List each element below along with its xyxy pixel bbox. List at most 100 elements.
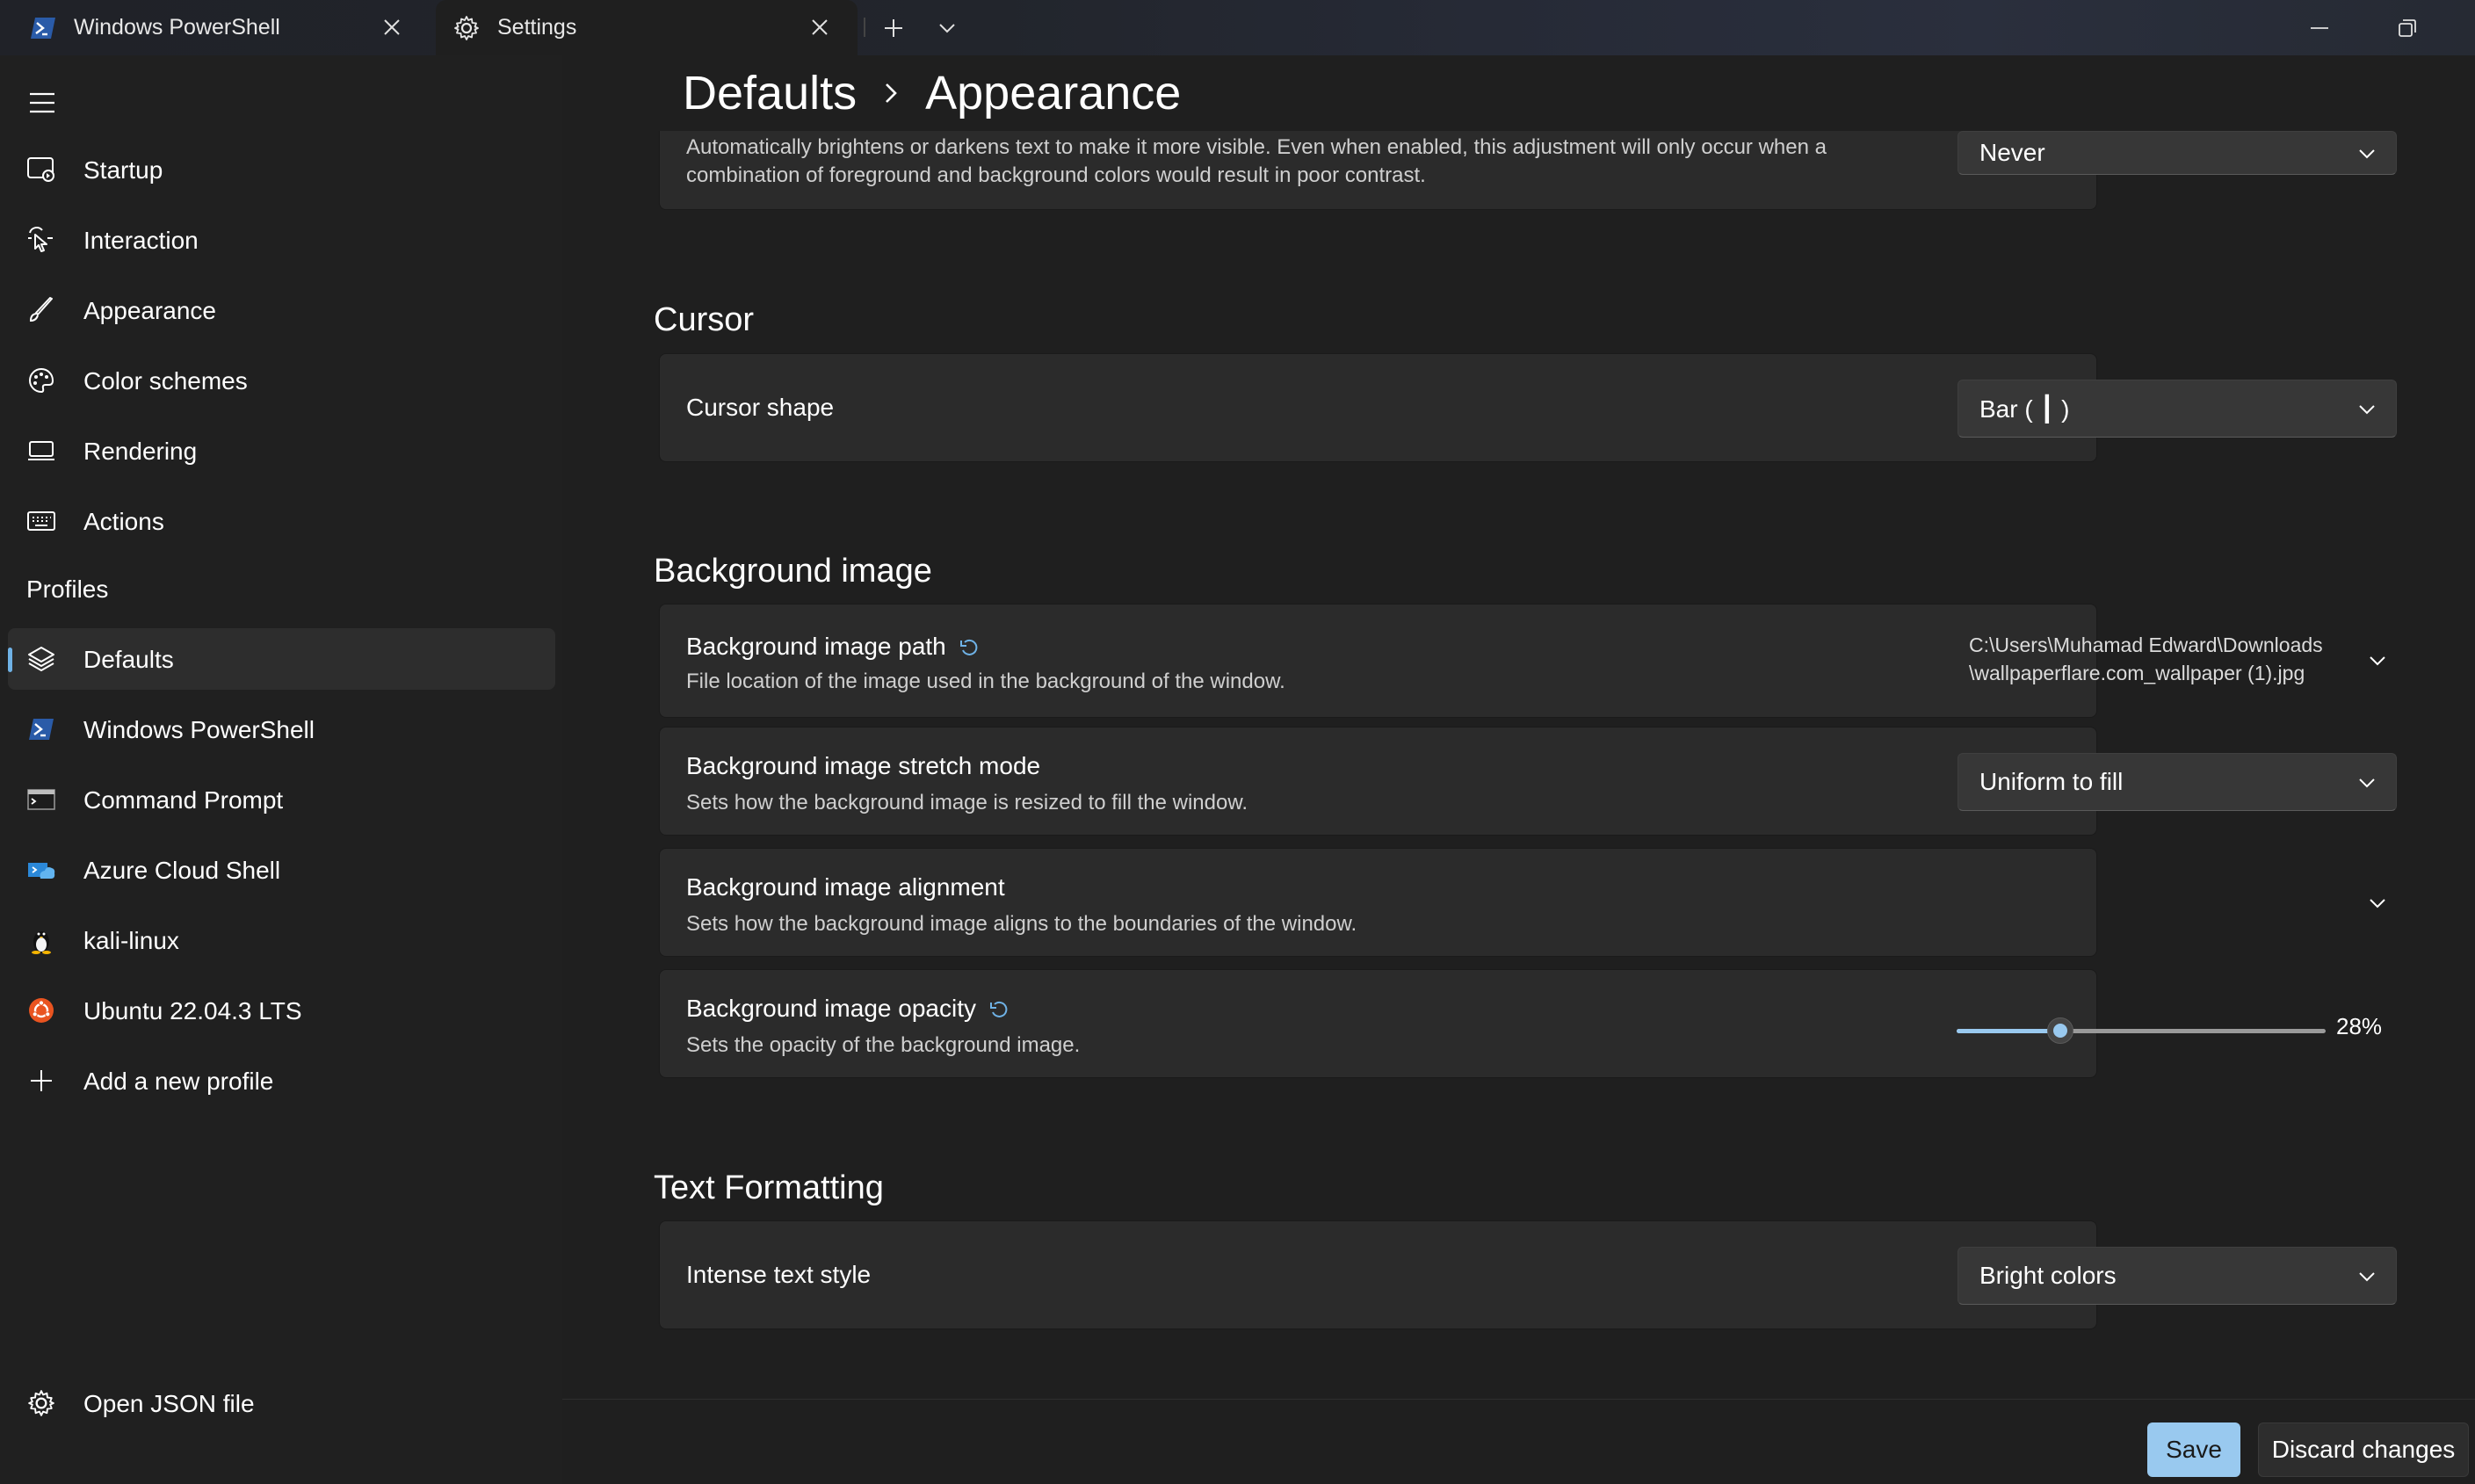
sidebar-item-label: Azure Cloud Shell	[83, 857, 281, 884]
cursor-shape-dropdown[interactable]: Bar ( ┃ )	[1958, 380, 2397, 438]
startup-icon	[25, 154, 57, 185]
setting-description: combination of foreground and background…	[686, 163, 1426, 187]
sidebar-item-label: Actions	[83, 508, 164, 535]
cmd-icon	[25, 784, 57, 815]
setting-title: Background image opacity	[686, 995, 1010, 1023]
gear-icon	[452, 13, 481, 43]
linux-penguin-icon	[25, 924, 57, 956]
sidebar-item-actions[interactable]: Actions	[8, 490, 555, 552]
chevron-down-icon	[2357, 1267, 2377, 1286]
breadcrumb: Defaults Appearance	[683, 66, 1181, 120]
restore-button[interactable]	[2390, 11, 2425, 46]
setting-description: Automatically brightens or darkens text …	[686, 135, 1827, 159]
tab-divider	[864, 18, 865, 37]
sidebar-item-rendering[interactable]: Rendering	[8, 420, 555, 481]
setting-title: Background image path	[686, 633, 980, 661]
chevron-right-icon	[883, 82, 899, 105]
azure-icon	[25, 854, 57, 886]
background-image-path-card[interactable]: Background image path File location of t…	[659, 604, 2385, 718]
sidebar-item-label: Color schemes	[83, 367, 248, 395]
chevron-down-icon[interactable]	[2367, 650, 2388, 671]
discard-changes-button[interactable]: Discard changes	[2258, 1422, 2469, 1477]
setting-description: Sets the opacity of the background image…	[686, 1033, 1081, 1057]
close-tab-icon[interactable]	[377, 12, 407, 42]
sidebar-item-label: Startup	[83, 156, 163, 184]
gear-icon	[25, 1387, 57, 1419]
plus-icon	[25, 1065, 57, 1097]
chevron-down-icon	[2357, 144, 2377, 163]
stretch-mode-dropdown[interactable]: Uniform to fill	[1958, 753, 2397, 811]
title-bar: Windows PowerShell Settings	[0, 0, 2475, 55]
sidebar-item-label: Appearance	[83, 297, 217, 324]
setting-title: Cursor shape	[686, 394, 835, 421]
sidebar-item-label: Rendering	[83, 438, 198, 465]
sidebar-item-defaults[interactable]: Defaults	[8, 628, 555, 690]
sidebar-item-add-profile[interactable]: Add a new profile	[8, 1050, 555, 1111]
sidebar-item-label: Ubuntu 22.04.3 LTS	[83, 997, 302, 1024]
new-tab-button[interactable]	[876, 11, 911, 46]
sidebar-item-interaction[interactable]: Interaction	[8, 209, 555, 271]
background-opacity-card: Background image opacity Sets the opacit…	[659, 969, 2097, 1078]
monitor-icon	[25, 435, 57, 467]
open-json-file-button[interactable]: Open JSON file	[8, 1372, 555, 1434]
section-header-background-image: Background image	[654, 553, 932, 590]
setting-title: Intense text style	[686, 1261, 872, 1288]
sidebar-item-label: Windows PowerShell	[83, 716, 315, 743]
palette-icon	[25, 365, 57, 396]
sidebar-item-kali-linux[interactable]: kali-linux	[8, 909, 555, 971]
sidebar-item-windows-powershell[interactable]: Windows PowerShell	[8, 699, 555, 760]
setting-description: File location of the image used in the b…	[686, 670, 1285, 693]
reset-icon[interactable]	[959, 638, 980, 659]
reset-icon[interactable]	[988, 1000, 1010, 1021]
sidebar-item-startup[interactable]: Startup	[8, 139, 555, 200]
setting-description: Sets how the background image is resized…	[686, 791, 1248, 814]
slider-thumb[interactable]	[2046, 1017, 2073, 1044]
sidebar-item-label: Defaults	[83, 646, 174, 673]
tab-settings[interactable]: Settings	[436, 0, 858, 55]
sidebar-item-label: Add a new profile	[83, 1068, 274, 1095]
sidebar-item-ubuntu[interactable]: Ubuntu 22.04.3 LTS	[8, 980, 555, 1041]
dropdown-value: Uniform to fill	[1979, 768, 2124, 795]
sidebar-item-color-schemes[interactable]: Color schemes	[8, 350, 555, 411]
hamburger-menu-icon[interactable]	[26, 87, 58, 119]
minimize-button[interactable]	[2302, 11, 2337, 46]
sidebar-item-label: Open JSON file	[83, 1390, 255, 1417]
chevron-down-icon	[2357, 773, 2377, 793]
section-header-text-formatting: Text Formatting	[654, 1169, 884, 1206]
opacity-value: 28%	[2336, 1013, 2383, 1039]
contrast-dropdown[interactable]: Never	[1958, 131, 2397, 175]
dropdown-value: Bar ( ┃ )	[1979, 395, 2070, 423]
tab-label: Settings	[497, 15, 577, 40]
footer-divider	[562, 1399, 2475, 1400]
path-value: \wallpaperflare.com_wallpaper (1).jpg	[1969, 662, 2305, 684]
sidebar-item-command-prompt[interactable]: Command Prompt	[8, 769, 555, 830]
sidebar-item-azure-cloud-shell[interactable]: Azure Cloud Shell	[8, 839, 555, 901]
intense-text-style-card: Intense text style Bright colors	[659, 1220, 2397, 1329]
opacity-slider[interactable]	[1957, 1017, 2326, 1044]
close-tab-icon[interactable]	[805, 12, 835, 42]
intense-text-style-dropdown[interactable]: Bright colors	[1958, 1247, 2397, 1305]
setting-title: Background image alignment	[686, 873, 1005, 901]
dropdown-value: Never	[1979, 139, 2045, 166]
ubuntu-icon	[25, 995, 57, 1026]
tab-windows-powershell[interactable]: Windows PowerShell	[0, 0, 430, 55]
sidebar-item-label: Command Prompt	[83, 786, 284, 814]
breadcrumb-parent[interactable]: Defaults	[683, 66, 857, 120]
save-button[interactable]: Save	[2147, 1422, 2240, 1477]
dropdown-value: Bright colors	[1979, 1262, 2117, 1289]
keyboard-icon	[25, 505, 57, 537]
profiles-header: Profiles	[26, 576, 109, 603]
tab-dropdown-button[interactable]	[930, 11, 965, 46]
setting-title: Background image stretch mode	[686, 752, 1041, 779]
sidebar-item-appearance[interactable]: Appearance	[8, 279, 555, 341]
chevron-down-icon[interactable]	[2367, 893, 2388, 914]
layers-icon	[25, 643, 57, 675]
setting-description: Sets how the background image aligns to …	[686, 912, 1357, 936]
sidebar: Startup Interaction Appearance Color sch…	[0, 55, 562, 1484]
sidebar-item-label: Interaction	[83, 227, 199, 254]
page-title: Appearance	[925, 67, 1182, 119]
cursor-shape-card: Cursor shape Bar ( ┃ )	[659, 353, 2397, 462]
background-alignment-card[interactable]: Background image alignment Sets how the …	[659, 848, 2385, 957]
tab-label: Windows PowerShell	[74, 15, 280, 40]
powershell-icon	[25, 713, 57, 745]
